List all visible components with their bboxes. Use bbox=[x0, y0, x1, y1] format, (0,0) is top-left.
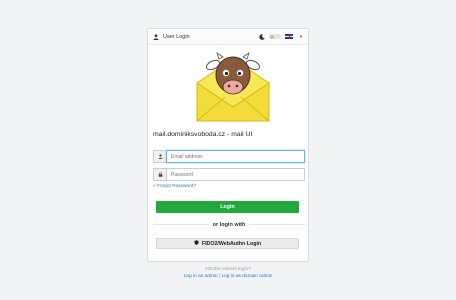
shield-icon bbox=[194, 240, 199, 247]
brand-title: mail.dominiksvoboda.cz - mail UI bbox=[153, 131, 253, 138]
or-separator: or login with bbox=[153, 221, 306, 228]
footer-separator: | bbox=[218, 274, 221, 279]
domain-admin-login-link[interactable]: Log in as domain admin bbox=[221, 274, 272, 279]
password-row bbox=[153, 168, 305, 181]
forgot-password-link[interactable]: « Forgot Password? bbox=[153, 184, 196, 189]
lock-icon bbox=[153, 168, 166, 181]
moon-icon[interactable] bbox=[259, 33, 265, 40]
theme-toggle[interactable] bbox=[269, 34, 282, 39]
separator-line-left bbox=[153, 224, 209, 225]
user-icon bbox=[153, 150, 166, 163]
or-label: or login with bbox=[212, 221, 246, 228]
email-input[interactable] bbox=[166, 150, 305, 163]
header-title-group: User Login bbox=[153, 34, 259, 40]
login-button[interactable]: Login bbox=[156, 201, 299, 213]
footer-question: Not the correct login? bbox=[205, 267, 251, 272]
login-card: User Login ▼ mail.dominiksvoboda.cz - ma… bbox=[147, 28, 309, 262]
password-input[interactable] bbox=[166, 168, 305, 181]
uk-flag-icon[interactable] bbox=[285, 34, 294, 39]
header-title: User Login bbox=[163, 33, 190, 40]
separator-line-right bbox=[249, 224, 306, 225]
header-controls: ▼ bbox=[259, 33, 303, 40]
fido-login-label: FIDO2/WebAuthn Login bbox=[201, 240, 262, 247]
caret-down-icon[interactable]: ▼ bbox=[299, 34, 303, 39]
fido-login-button[interactable]: FIDO2/WebAuthn Login bbox=[156, 238, 299, 249]
email-row bbox=[153, 150, 305, 163]
logo bbox=[196, 52, 270, 122]
card-header: User Login ▼ bbox=[148, 29, 308, 45]
footer-links: Log in as admin | Log in as domain admin bbox=[0, 274, 456, 279]
admin-login-link[interactable]: Log in as admin bbox=[184, 274, 218, 279]
user-icon bbox=[153, 33, 159, 40]
